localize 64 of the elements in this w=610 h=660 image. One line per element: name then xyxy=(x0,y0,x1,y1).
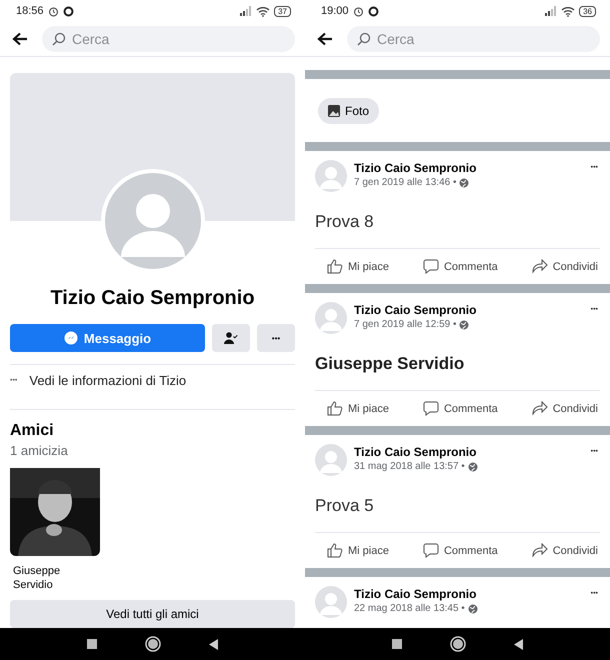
share-icon[interactable] xyxy=(532,543,548,558)
thumbs-up-icon[interactable] xyxy=(327,259,343,274)
friend-status-button[interactable] xyxy=(212,324,250,352)
ring-icon xyxy=(62,6,74,16)
battery-level: 36 xyxy=(579,6,596,16)
back-icon[interactable] xyxy=(514,638,523,650)
post-author[interactable]: Tizio Caio Sempronio xyxy=(354,161,584,175)
profile-name: Tizio Caio Sempronio xyxy=(49,287,256,310)
post-author[interactable]: Tizio Caio Sempronio xyxy=(354,445,584,459)
like-button[interactable]: Mi piace xyxy=(348,260,389,272)
person-check-icon xyxy=(224,332,238,344)
post-text: Giuseppe Servidio xyxy=(315,334,600,391)
photo-filter-chip[interactable]: Foto xyxy=(318,98,380,124)
alarm-icon xyxy=(352,6,364,16)
alarm-icon xyxy=(48,6,59,16)
more-button[interactable]: ••• xyxy=(257,324,295,352)
friend-name[interactable]: Giuseppe Servidio xyxy=(10,564,110,592)
post-text: Prova 8 xyxy=(315,192,600,249)
search-field[interactable]: Cerca xyxy=(42,26,295,52)
search-field[interactable]: Cerca xyxy=(347,26,600,52)
post-date: 7 gen 2019 alle 13:46 • xyxy=(354,177,456,188)
comment-icon[interactable] xyxy=(422,401,439,416)
share-icon[interactable] xyxy=(532,401,548,416)
signal-icon xyxy=(240,6,252,16)
post-date: 22 mag 2018 alle 13:45 • xyxy=(354,603,465,614)
like-button[interactable]: Mi piace xyxy=(348,544,389,556)
share-icon[interactable] xyxy=(532,259,548,274)
back-arrow-icon[interactable] xyxy=(317,32,333,46)
friends-heading: Amici xyxy=(10,422,55,440)
comment-icon[interactable] xyxy=(422,259,439,274)
thumbs-up-icon[interactable] xyxy=(327,401,343,416)
post-author[interactable]: Tizio Caio Sempronio xyxy=(354,587,584,601)
friends-count: 1 amicizia xyxy=(10,442,69,458)
post-text: Prova 5 xyxy=(315,476,600,533)
share-button[interactable]: Condividi xyxy=(552,544,598,556)
comment-button[interactable]: Commenta xyxy=(444,402,498,414)
status-time: 18:56 xyxy=(16,5,44,17)
comment-icon[interactable] xyxy=(422,543,439,558)
home-icon[interactable] xyxy=(450,636,466,652)
ring-icon xyxy=(368,6,379,16)
home-icon[interactable] xyxy=(145,636,161,652)
back-icon[interactable] xyxy=(209,638,218,650)
comment-button[interactable]: Commenta xyxy=(444,544,498,556)
signal-icon xyxy=(545,6,558,16)
message-button[interactable]: Messaggio xyxy=(10,324,205,352)
post-date: 7 gen 2019 alle 12:59 • xyxy=(354,319,456,330)
image-icon xyxy=(328,104,340,116)
post-date: 31 mag 2018 alle 13:57 • xyxy=(354,461,465,472)
share-button[interactable]: Condividi xyxy=(552,402,598,414)
info-link[interactable]: Vedi le informazioni di Tizio xyxy=(29,373,186,388)
wifi-icon xyxy=(256,6,270,16)
share-button[interactable]: Condividi xyxy=(552,260,598,272)
comment-button[interactable]: Commenta xyxy=(444,260,498,272)
thumbs-up-icon[interactable] xyxy=(327,543,343,558)
see-all-friends-button[interactable]: Vedi tutti gli amici xyxy=(10,600,295,628)
search-icon xyxy=(52,32,66,46)
back-arrow-icon[interactable] xyxy=(12,32,28,46)
like-button[interactable]: Mi piace xyxy=(348,402,389,414)
status-time: 19:00 xyxy=(321,5,349,17)
search-icon xyxy=(357,32,371,46)
wifi-icon xyxy=(561,6,576,16)
battery-level: 37 xyxy=(274,6,291,16)
messenger-icon xyxy=(64,331,78,345)
post-author[interactable]: Tizio Caio Sempronio xyxy=(354,303,584,317)
